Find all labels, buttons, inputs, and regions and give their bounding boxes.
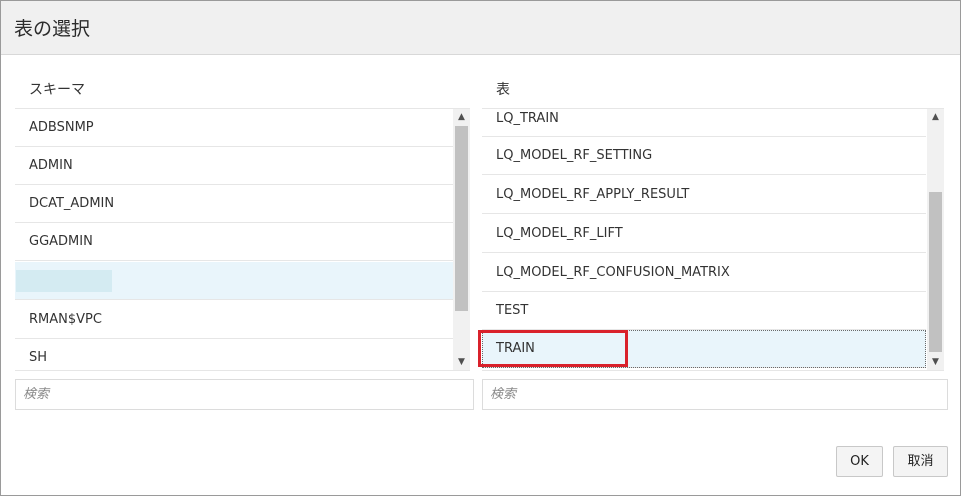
table-scroll-thumb[interactable] [929, 192, 942, 352]
table-item-lq-model-rf-lift[interactable]: LQ_MODEL_RF_LIFT [482, 215, 926, 253]
table-item-lq-model-rf-confusion-matrix[interactable]: LQ_MODEL_RF_CONFUSION_MATRIX [482, 254, 926, 292]
schema-item-sh[interactable]: SH [15, 339, 453, 370]
table-column-header: 表 [496, 82, 510, 98]
schema-scrollbar[interactable]: ▲ ▼ [453, 109, 470, 370]
dialog-titlebar: 表の選択 [1, 1, 960, 55]
schema-item-dcat-admin[interactable]: DCAT_ADMIN [15, 185, 453, 223]
ok-button[interactable]: OK [836, 446, 883, 477]
scroll-down-arrow-icon[interactable]: ▼ [927, 354, 944, 370]
redacted-label [16, 270, 112, 292]
dialog-title: 表の選択 [14, 18, 91, 40]
schema-item-ggadmin[interactable]: GGADMIN [15, 223, 453, 261]
table-item-test[interactable]: TEST [482, 292, 926, 330]
scroll-up-arrow-icon[interactable]: ▲ [927, 109, 944, 125]
schema-item-selected[interactable] [15, 262, 453, 300]
table-scrollbar[interactable]: ▲ ▼ [927, 109, 944, 370]
schema-item-rmanvpc[interactable]: RMAN$VPC [15, 301, 453, 339]
scroll-down-arrow-icon[interactable]: ▼ [453, 354, 470, 370]
schema-item-adbsnmp[interactable]: ADBSNMP [15, 109, 453, 147]
table-item-lq-model-rf-apply-result[interactable]: LQ_MODEL_RF_APPLY_RESULT [482, 176, 926, 214]
table-search-input[interactable] [482, 379, 948, 410]
table-list[interactable]: LQ_TRAIN LQ_MODEL_RF_SETTING LQ_MODEL_RF… [482, 108, 944, 371]
schema-list[interactable]: ADBSNMP ADMIN DCAT_ADMIN GGADMIN RMAN$VP… [15, 108, 470, 371]
scroll-up-arrow-icon[interactable]: ▲ [453, 109, 470, 125]
schema-column-header: スキーマ [29, 82, 85, 98]
table-item-lq-model-rf-setting[interactable]: LQ_MODEL_RF_SETTING [482, 137, 926, 175]
table-item-lq-train[interactable]: LQ_TRAIN [482, 109, 926, 137]
schema-scroll-thumb[interactable] [455, 126, 468, 311]
schema-search-input[interactable] [15, 379, 474, 410]
select-table-dialog: 表の選択 スキーマ ADBSNMP ADMIN DCAT_ADMIN GGADM… [0, 0, 961, 496]
table-item-train[interactable]: TRAIN [482, 330, 926, 368]
cancel-button[interactable]: 取消 [893, 446, 948, 477]
schema-item-admin[interactable]: ADMIN [15, 147, 453, 185]
